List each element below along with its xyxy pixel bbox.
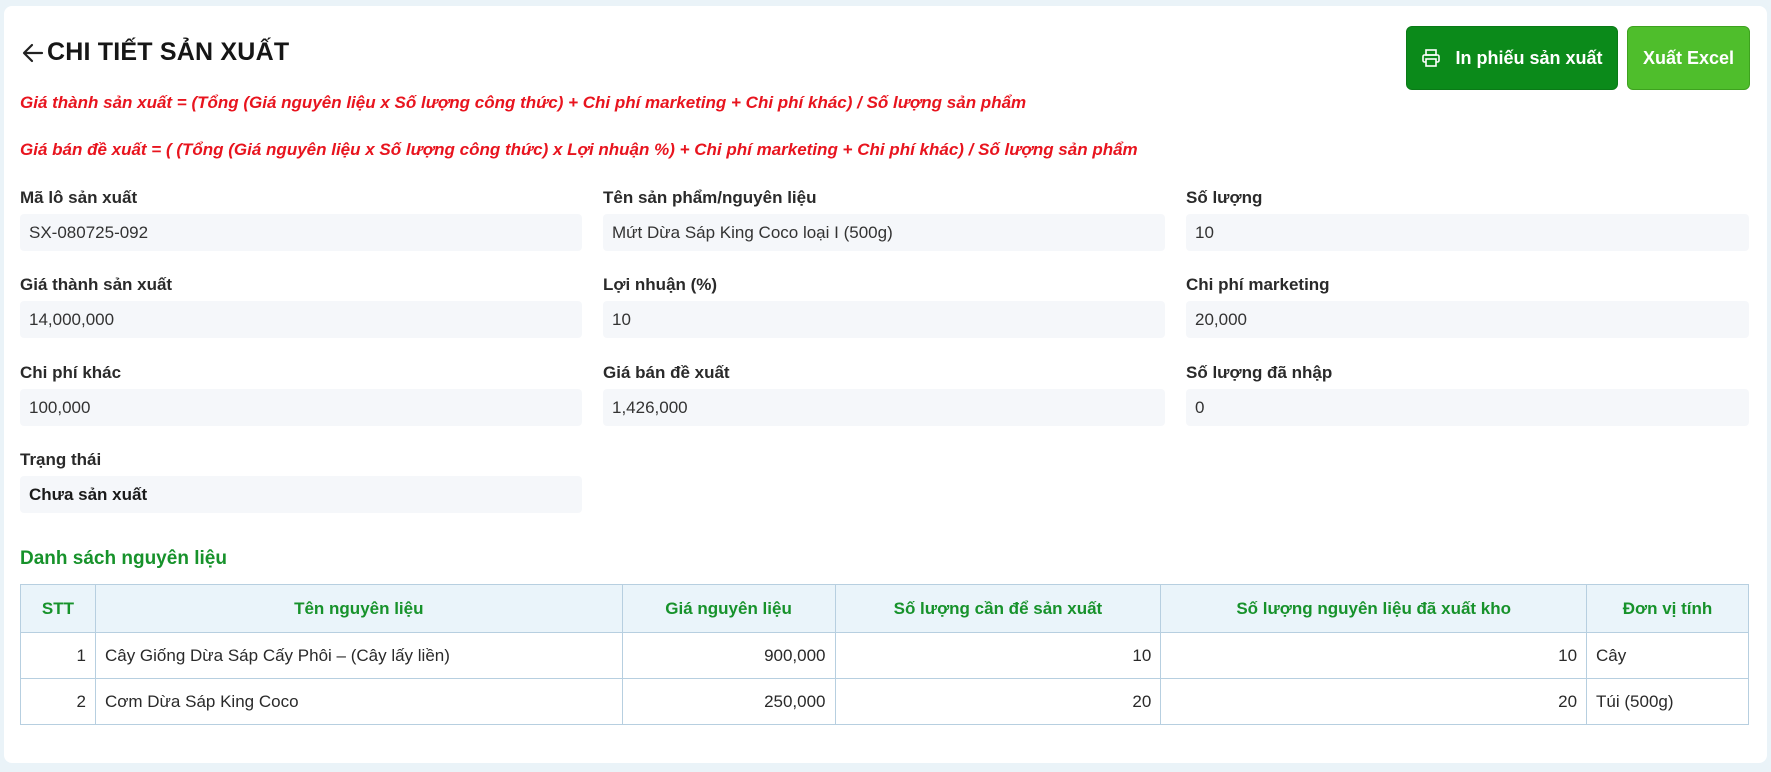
quantity-field: Số lượng 10 — [1186, 188, 1749, 251]
batch-code-field: Mã lô sản xuất SX-080725-092 — [20, 188, 582, 251]
column-header-unit: Đơn vị tính — [1586, 584, 1749, 633]
other-cost-value: 100,000 — [20, 389, 582, 426]
marketing-cost-field: Chi phí marketing 20,000 — [1186, 275, 1749, 338]
marketing-cost-value: 20,000 — [1186, 301, 1749, 338]
other-cost-field: Chi phí khác 100,000 — [20, 363, 582, 426]
cell-material-name: Cây Giống Dừa Sáp Cấy Phôi – (Cây lấy li… — [94, 632, 623, 679]
batch-code-label: Mã lô sản xuất — [20, 188, 138, 207]
page-header: CHI TIẾT SẢN XUẤT — [20, 38, 289, 67]
cell-stt: 1 — [20, 632, 96, 679]
profit-value: 10 — [603, 301, 1165, 338]
other-cost-label: Chi phí khác — [20, 363, 122, 382]
cell-exported-qty: 10 — [1160, 632, 1588, 679]
materials-table: STT Tên nguyên liệu Giá nguyên liệu Số l… — [20, 584, 1749, 725]
table-header-row: STT Tên nguyên liệu Giá nguyên liệu Số l… — [20, 584, 1749, 633]
imported-qty-label: Số lượng đã nhập — [1186, 363, 1333, 382]
status-label: Trạng thái — [20, 450, 102, 469]
printer-icon — [1421, 48, 1441, 68]
export-excel-button[interactable]: Xuất Excel — [1627, 26, 1750, 90]
status-value: Chưa sản xuất — [20, 476, 582, 513]
page-title: CHI TIẾT SẢN XUẤT — [47, 38, 290, 66]
cell-unit: Cây — [1586, 632, 1749, 679]
cell-material-price: 900,000 — [621, 632, 836, 679]
product-name-label: Tên sản phẩm/nguyên liệu — [603, 188, 817, 207]
cell-unit: Túi (500g) — [1586, 678, 1749, 725]
column-header-material-price: Giá nguyên liệu — [621, 584, 836, 633]
cell-exported-qty: 20 — [1160, 678, 1588, 725]
print-production-slip-button[interactable]: In phiếu sản xuất — [1406, 26, 1618, 90]
production-cost-field: Giá thành sản xuất 14,000,000 — [20, 275, 582, 338]
print-button-label: In phiếu sản xuất — [1455, 47, 1603, 68]
profit-field: Lợi nhuận (%) 10 — [603, 275, 1165, 338]
column-header-material-name: Tên nguyên liệu — [94, 584, 623, 633]
table-row: 2 Cơm Dừa Sáp King Coco 250,000 20 20 Tú… — [20, 678, 1749, 725]
materials-section-title: Danh sách nguyên liệu — [20, 548, 227, 569]
production-cost-label: Giá thành sản xuất — [20, 275, 173, 294]
price-formula: Giá bán đề xuất = ( (Tổng (Giá nguyên li… — [20, 140, 1138, 159]
cell-material-name: Cơm Dừa Sáp King Coco — [94, 678, 623, 725]
cell-required-qty: 10 — [834, 632, 1162, 679]
cost-formula: Giá thành sản xuất = (Tổng (Giá nguyên l… — [20, 93, 1027, 112]
marketing-cost-label: Chi phí marketing — [1186, 275, 1330, 294]
batch-code-value: SX-080725-092 — [20, 214, 582, 251]
suggested-price-value: 1,426,000 — [603, 389, 1165, 426]
cell-stt: 2 — [20, 678, 96, 725]
column-header-stt: STT — [20, 584, 96, 633]
imported-qty-field: Số lượng đã nhập 0 — [1186, 363, 1749, 426]
quantity-label: Số lượng — [1186, 188, 1263, 207]
profit-label: Lợi nhuận (%) — [603, 275, 718, 294]
product-name-field: Tên sản phẩm/nguyên liệu Mứt Dừa Sáp Kin… — [603, 188, 1165, 251]
quantity-value: 10 — [1186, 214, 1749, 251]
cell-material-price: 250,000 — [621, 678, 836, 725]
suggested-price-label: Giá bán đề xuất — [603, 363, 730, 382]
status-field: Trạng thái Chưa sản xuất — [20, 450, 582, 513]
column-header-exported-qty: Số lượng nguyên liệu đã xuất kho — [1160, 584, 1588, 633]
suggested-price-field: Giá bán đề xuất 1,426,000 — [603, 363, 1165, 426]
cell-required-qty: 20 — [834, 678, 1162, 725]
column-header-required-qty: Số lượng cần để sản xuất — [834, 584, 1162, 633]
imported-qty-value: 0 — [1186, 389, 1749, 426]
table-row: 1 Cây Giống Dừa Sáp Cấy Phôi – (Cây lấy … — [20, 632, 1749, 679]
production-cost-value: 14,000,000 — [20, 301, 582, 338]
arrow-left-icon[interactable] — [20, 40, 46, 66]
product-name-value: Mứt Dừa Sáp King Coco loại I (500g) — [603, 214, 1165, 251]
